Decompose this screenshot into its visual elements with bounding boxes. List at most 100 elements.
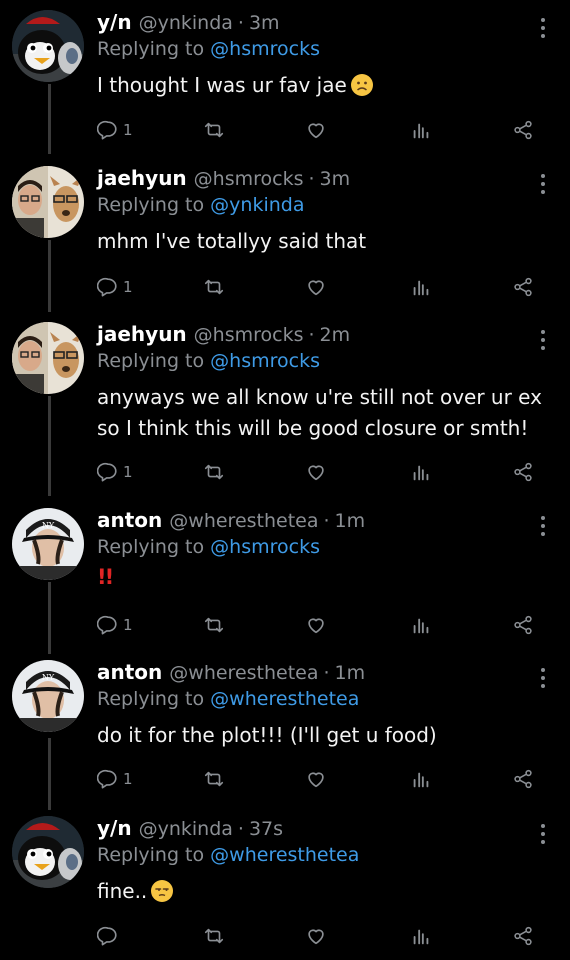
retweet-button[interactable] (203, 272, 225, 302)
share-button[interactable] (512, 921, 534, 951)
tweet[interactable]: NY anton @wheresthetea · 1m Replying to … (0, 660, 570, 800)
mention-link[interactable]: @wheresthetea (210, 688, 359, 710)
display-name[interactable]: jaehyun (97, 166, 187, 190)
user-handle[interactable]: @wheresthetea (169, 510, 318, 532)
tweet-text: !! (97, 562, 550, 593)
share-button[interactable] (512, 610, 534, 640)
tweet[interactable]: NY anton @wheresthetea · 1m Replying to … (0, 508, 570, 648)
more-options-icon[interactable] (540, 174, 546, 196)
mention-link[interactable]: @hsmrocks (210, 350, 320, 372)
timestamp[interactable]: 2m (320, 324, 351, 346)
like-button[interactable] (305, 115, 327, 145)
more-options-icon[interactable] (540, 516, 546, 538)
reply-button[interactable]: 1 (97, 610, 133, 640)
action-bar: 1 (0, 272, 570, 302)
timestamp[interactable]: 1m (335, 510, 366, 532)
analytics-button[interactable] (410, 764, 432, 794)
display-name[interactable]: anton (97, 508, 162, 532)
mention-link[interactable]: @hsmrocks (210, 536, 320, 558)
jaehyun-avatar-image (12, 322, 84, 394)
like-button[interactable] (305, 610, 327, 640)
separator-dot: · (237, 818, 244, 840)
replying-to: Replying to @ynkinda (97, 192, 550, 218)
anton-avatar-image: NY (12, 660, 84, 732)
reply-count: 1 (123, 121, 133, 139)
share-icon (514, 277, 532, 297)
share-button[interactable] (512, 272, 534, 302)
analytics-button[interactable] (410, 610, 432, 640)
reply-button[interactable] (97, 921, 123, 951)
share-button[interactable] (512, 457, 534, 487)
mention-link[interactable]: @wheresthetea (210, 844, 359, 866)
tweet[interactable]: y/n @ynkinda · 37s Replying to @wheresth… (0, 816, 570, 956)
tweet[interactable]: jaehyun @hsmrocks · 3m Replying to @ynki… (0, 166, 570, 306)
display-name[interactable]: y/n (97, 10, 132, 34)
avatar-ynkinda[interactable] (12, 816, 84, 888)
replying-to: Replying to @wheresthetea (97, 686, 550, 712)
share-button[interactable] (512, 115, 534, 145)
replying-to-label: Replying to (97, 194, 205, 216)
tweet-text: mhm I've totallyy said that (97, 226, 550, 257)
separator-dot: · (237, 12, 244, 34)
separator-dot: · (323, 510, 330, 532)
more-options-icon[interactable] (540, 18, 546, 40)
unamused-face-icon (151, 880, 174, 902)
action-bar (0, 921, 570, 951)
analytics-button[interactable] (410, 272, 432, 302)
timestamp[interactable]: 1m (335, 662, 366, 684)
user-handle[interactable]: @hsmrocks (194, 168, 304, 190)
tweet[interactable]: y/n @ynkinda · 3m Replying to @hsmrocks … (0, 10, 570, 150)
like-button[interactable] (305, 272, 327, 302)
share-button[interactable] (512, 764, 534, 794)
timestamp[interactable]: 3m (320, 168, 351, 190)
avatar-wheresthetea[interactable]: NY (12, 508, 84, 580)
avatar-hsmrocks[interactable] (12, 322, 84, 394)
analytics-button[interactable] (410, 457, 432, 487)
more-options-icon[interactable] (540, 824, 546, 846)
penguin-avatar-image (12, 10, 84, 82)
retweet-button[interactable] (203, 610, 225, 640)
retweet-icon (204, 279, 224, 295)
share-icon (514, 769, 532, 789)
frowning-face-icon (350, 74, 373, 96)
reply-button[interactable]: 1 (97, 272, 133, 302)
more-options-icon[interactable] (540, 330, 546, 352)
retweet-button[interactable] (203, 115, 225, 145)
action-bar: 1 (0, 610, 570, 640)
display-name[interactable]: jaehyun (97, 322, 187, 346)
like-button[interactable] (305, 921, 327, 951)
reply-button[interactable]: 1 (97, 457, 133, 487)
retweet-icon (204, 928, 224, 944)
like-button[interactable] (305, 457, 327, 487)
retweet-button[interactable] (203, 457, 225, 487)
display-name[interactable]: y/n (97, 816, 132, 840)
timestamp[interactable]: 3m (249, 12, 280, 34)
more-options-icon[interactable] (540, 668, 546, 690)
retweet-button[interactable] (203, 921, 225, 951)
mention-link[interactable]: @ynkinda (210, 194, 304, 216)
reply-button[interactable]: 1 (97, 115, 133, 145)
avatar-wheresthetea[interactable]: NY (12, 660, 84, 732)
avatar-hsmrocks[interactable] (12, 166, 84, 238)
penguin-avatar-image (12, 816, 84, 888)
user-handle[interactable]: @hsmrocks (194, 324, 304, 346)
display-name[interactable]: anton (97, 660, 162, 684)
user-handle[interactable]: @ynkinda (139, 12, 233, 34)
heart-icon (308, 465, 324, 481)
like-button[interactable] (305, 764, 327, 794)
reply-button[interactable]: 1 (97, 764, 133, 794)
replying-to-label: Replying to (97, 688, 205, 710)
user-handle[interactable]: @wheresthetea (169, 662, 318, 684)
retweet-button[interactable] (203, 764, 225, 794)
analytics-button[interactable] (410, 921, 432, 951)
retweet-icon (204, 464, 224, 480)
reply-icon (97, 120, 117, 140)
analytics-button[interactable] (410, 115, 432, 145)
mention-link[interactable]: @hsmrocks (210, 38, 320, 60)
avatar-ynkinda[interactable] (12, 10, 84, 82)
user-handle[interactable]: @ynkinda (139, 818, 233, 840)
reply-icon (97, 769, 117, 789)
timestamp[interactable]: 37s (249, 818, 283, 840)
tweet[interactable]: jaehyun @hsmrocks · 2m Replying to @hsmr… (0, 322, 570, 492)
retweet-icon (204, 617, 224, 633)
